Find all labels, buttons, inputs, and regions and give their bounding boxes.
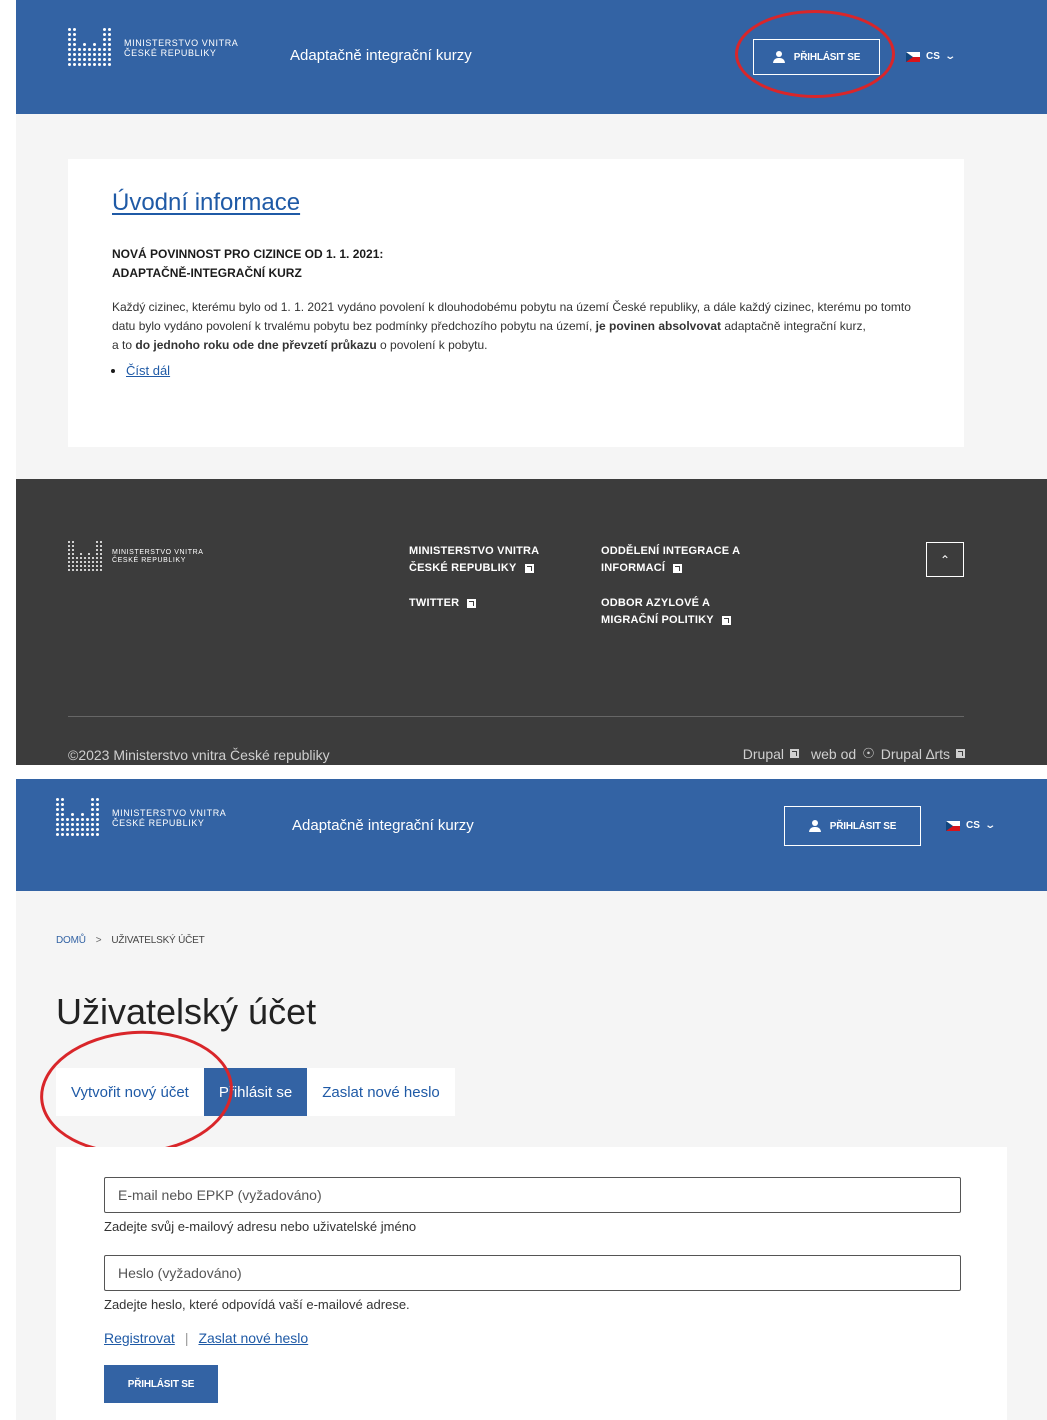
czech-flag-icon (906, 51, 920, 62)
page-title: Uživatelský účet (56, 991, 317, 1032)
credit-arts-link[interactable]: Drupal ∆rts (881, 746, 950, 762)
annotation-circle-login (735, 10, 895, 98)
external-link-icon (524, 563, 534, 573)
scroll-top-button[interactable]: ⌃ (926, 542, 964, 577)
intro-paragraph-2: a to do jednoho roku ode dne převzetí pr… (112, 338, 488, 352)
language-code: CS (926, 51, 940, 62)
logo-text-line2: České republiky (112, 817, 205, 828)
intro-title[interactable]: Úvodní informace (112, 189, 920, 217)
link-separator: | (184, 1330, 189, 1346)
external-link-icon (673, 563, 683, 573)
password-help-text: Zadejte heslo, které odpovídá vaší e-mai… (104, 1297, 410, 1312)
intro-kicker: NOVÁ POVINNOST PRO CIZINCE OD 1. 1. 2021… (112, 245, 920, 283)
footer-link-integration[interactable]: Oddělení integrace a informací (601, 543, 751, 577)
chevron-down-icon: ⌄ (944, 51, 956, 62)
chevron-down-icon: ⌄ (984, 820, 996, 831)
footer-link-asylum[interactable]: Odbor azylové a migrační politiky (601, 595, 751, 629)
intro-kicker-line1: NOVÁ POVINNOST PRO CIZINCE OD 1. 1. 2021… (112, 247, 384, 261)
email-help-text: Zadejte svůj e-mailový adresu nebo uživa… (104, 1219, 417, 1234)
ministry-logo[interactable]: Ministerstvo vnitra České republiky (68, 28, 238, 67)
logo-text-line1: Ministerstvo vnitra (124, 37, 239, 48)
intro-links: Číst dál (126, 363, 920, 378)
drupal-drop-icon: ☉ (862, 745, 875, 761)
list-item: Číst dál (126, 363, 920, 378)
external-link-icon (721, 615, 731, 625)
logo-text-line2: České republiky (124, 47, 217, 58)
site-header: Ministerstvo vnitra České republiky Adap… (16, 0, 1047, 114)
password-field[interactable] (104, 1255, 961, 1291)
external-link-icon (467, 598, 477, 608)
site-title[interactable]: Adaptačně integrační kurzy (290, 47, 472, 64)
site-header: Ministerstvo vnitra České republiky Adap… (16, 779, 1047, 891)
read-more-link[interactable]: Číst dál (126, 363, 170, 378)
site-footer: Ministerstvo vnitra České republiky Mini… (16, 479, 1047, 765)
ministry-logo-icon (68, 28, 112, 67)
user-icon (808, 820, 821, 832)
ministry-logo-icon (68, 541, 103, 572)
logo-text-line1: Ministerstvo vnitra (112, 807, 227, 818)
breadcrumb: DOMŮ > UŽIVATELSKÝ ÚČET (56, 935, 205, 946)
credit-web-od: web od (811, 745, 857, 762)
login-form: Zadejte svůj e-mailový adresu nebo uživa… (56, 1147, 1007, 1420)
language-switcher[interactable]: CS ⌄ (906, 51, 956, 62)
external-link-icon (956, 749, 965, 758)
language-switcher[interactable]: CS ⌄ (946, 820, 996, 831)
footer-logo[interactable]: Ministerstvo vnitra České republiky (68, 541, 204, 572)
external-link-icon (790, 749, 800, 758)
annotation-circle-create-account (35, 1024, 238, 1161)
register-link[interactable]: Registrovat (104, 1330, 175, 1346)
credit-drupal-link[interactable]: Drupal (743, 746, 784, 762)
footer-link-twitter[interactable]: Twitter (409, 595, 559, 612)
czech-flag-icon (946, 820, 960, 831)
breadcrumb-separator-icon: > (95, 935, 102, 946)
reset-password-link[interactable]: Zaslat nové heslo (198, 1330, 308, 1346)
chevron-up-icon: ⌃ (939, 552, 951, 567)
footer-credits: Drupal web od ☉ Drupal ∆rts (743, 745, 965, 762)
submit-login-button[interactable]: PŘIHLÁSIT SE (104, 1365, 218, 1403)
breadcrumb-current: UŽIVATELSKÝ ÚČET (111, 935, 205, 946)
intro-paragraph-1: Každý cizinec, kterému bylo od 1. 1. 202… (112, 300, 911, 333)
logo-text-line1: Ministerstvo vnitra (112, 548, 204, 556)
footer-divider (68, 716, 964, 717)
email-field[interactable] (104, 1177, 961, 1213)
intro-card: Úvodní informace NOVÁ POVINNOST PRO CIZI… (68, 159, 964, 447)
breadcrumb-home[interactable]: DOMŮ (56, 935, 86, 946)
footer-column-1: Ministerstvo vnitra České republiky Twit… (409, 543, 559, 630)
intro-kicker-line2: ADAPTAČNĚ-INTEGRAČNÍ KURZ (112, 266, 302, 280)
form-links: Registrovat | Zaslat nové heslo (104, 1330, 959, 1346)
ministry-logo-icon (56, 798, 100, 837)
login-button-label: PŘIHLÁSIT SE (829, 820, 897, 832)
screenshot-user-account: Ministerstvo vnitra České republiky Adap… (16, 779, 1047, 1420)
logo-text-line2: České republiky (112, 556, 186, 564)
footer-link-ministry[interactable]: Ministerstvo vnitra České republiky (409, 543, 559, 577)
tab-reset-password[interactable]: Zaslat nové heslo (307, 1068, 455, 1116)
copyright: ©2023 Ministerstvo vnitra České republik… (68, 747, 330, 763)
screenshot-homepage: Ministerstvo vnitra České republiky Adap… (16, 0, 1047, 765)
ministry-logo[interactable]: Ministerstvo vnitra České republiky (56, 798, 226, 837)
login-button[interactable]: PŘIHLÁSIT SE (784, 806, 921, 846)
language-code: CS (966, 820, 980, 831)
footer-column-2: Oddělení integrace a informací Odbor azy… (601, 543, 751, 647)
site-title[interactable]: Adaptačně integrační kurzy (292, 817, 474, 834)
